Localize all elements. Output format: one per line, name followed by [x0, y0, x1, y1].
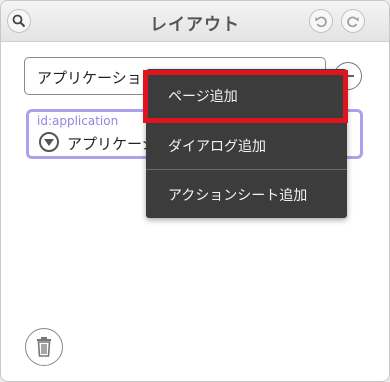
menu-divider: [146, 169, 347, 170]
node-id-label: id:application: [37, 114, 119, 128]
redo-icon: [347, 16, 359, 28]
triangle-down-icon[interactable]: [39, 132, 59, 152]
title-bar: レイアウト: [1, 1, 389, 42]
delete-button[interactable]: [25, 328, 63, 366]
menu-item-add-action-sheet[interactable]: アクションシート追加: [146, 185, 347, 205]
undo-button[interactable]: [309, 9, 333, 33]
menu-item-add-dialog[interactable]: ダイアログ追加: [146, 136, 347, 156]
redo-button[interactable]: [341, 9, 365, 33]
highlight-box: [143, 70, 348, 123]
trash-icon: [37, 337, 51, 357]
undo-icon: [315, 16, 327, 28]
layout-selector-value: アプリケーション: [37, 69, 157, 87]
